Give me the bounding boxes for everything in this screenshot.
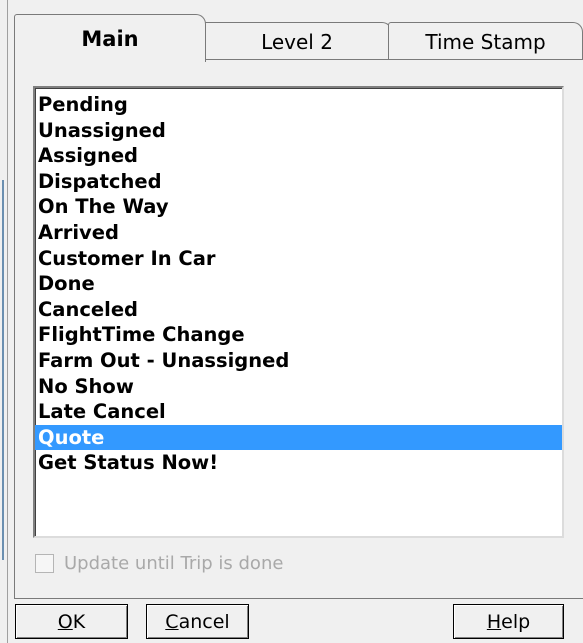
update-until-done-label: Update until Trip is done [64, 552, 284, 574]
main-tab-panel: Pending Unassigned Assigned Dispatched O… [14, 59, 583, 599]
list-item-on-the-way[interactable]: On The Way [35, 194, 562, 220]
list-item-late-cancel[interactable]: Late Cancel [35, 399, 562, 425]
ok-mnemonic: O [57, 610, 73, 633]
ok-button[interactable]: OK [15, 604, 128, 639]
list-item-dispatched[interactable]: Dispatched [35, 169, 562, 195]
list-item-no-show[interactable]: No Show [35, 374, 562, 400]
list-item-customer-in-car[interactable]: Customer In Car [35, 246, 562, 272]
tab-level-2[interactable]: Level 2 [202, 22, 392, 60]
window-left-edge [0, 0, 8, 643]
cancel-label-rest: ancel [178, 610, 230, 633]
status-listbox[interactable]: Pending Unassigned Assigned Dispatched O… [33, 86, 564, 538]
list-item-canceled[interactable]: Canceled [35, 297, 562, 323]
tab-time-stamp[interactable]: Time Stamp [388, 22, 583, 60]
list-item-arrived[interactable]: Arrived [35, 220, 562, 246]
help-button[interactable]: Help [453, 604, 564, 639]
list-item-get-status-now[interactable]: Get Status Now! [35, 450, 562, 476]
list-item-unassigned[interactable]: Unassigned [35, 118, 562, 144]
tab-bar: Main Level 2 Time Stamp [14, 14, 583, 62]
list-item-assigned[interactable]: Assigned [35, 143, 562, 169]
list-item-flighttime-change[interactable]: FlightTime Change [35, 322, 562, 348]
list-item-pending[interactable]: Pending [35, 92, 562, 118]
ok-label-rest: K [72, 610, 86, 633]
window-edge-accent [2, 180, 4, 560]
tab-main[interactable]: Main [14, 14, 206, 62]
update-until-done-row: Update until Trip is done [35, 551, 283, 575]
list-item-done[interactable]: Done [35, 271, 562, 297]
update-until-done-checkbox[interactable] [35, 553, 54, 573]
help-label-rest: elp [501, 610, 531, 633]
help-mnemonic: H [486, 610, 502, 633]
list-item-farm-out-unassigned[interactable]: Farm Out - Unassigned [35, 348, 562, 374]
list-item-quote[interactable]: Quote [35, 424, 562, 451]
cancel-mnemonic: C [165, 610, 179, 633]
cancel-button[interactable]: Cancel [146, 604, 249, 639]
